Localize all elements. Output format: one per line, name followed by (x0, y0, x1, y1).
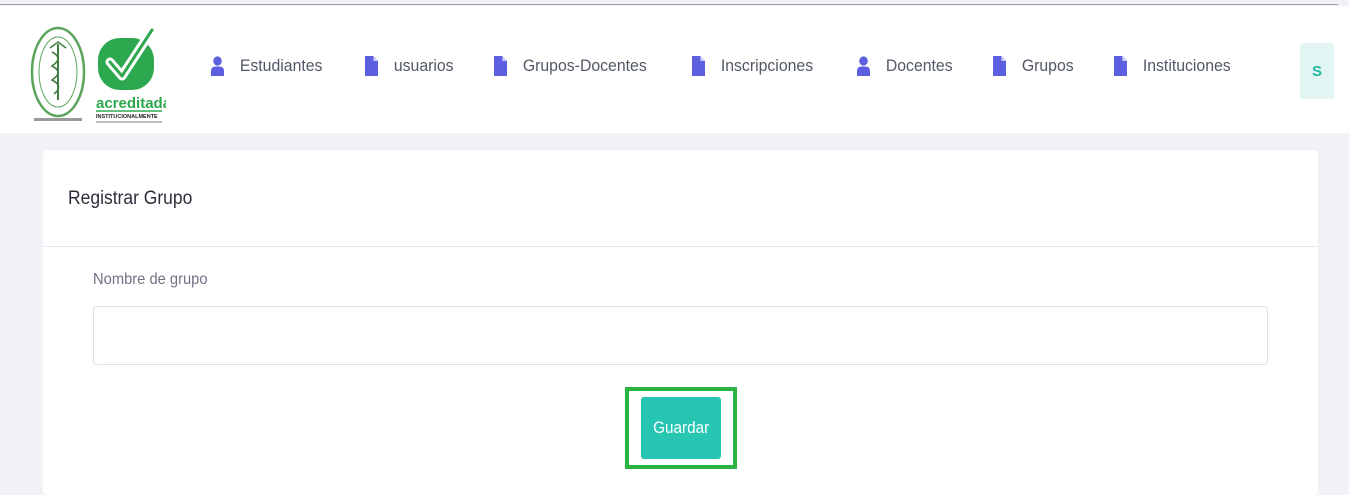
save-button[interactable]: Guardar (641, 397, 721, 459)
acreditada-logo: acreditada INSTITUCIONALMENTE (94, 22, 172, 126)
top-rule (0, 4, 1338, 5)
save-button-label: Guardar (652, 418, 710, 437)
nav-item-label: Inscripciones (721, 56, 814, 75)
nav-item-label: Grupos-Docentes (522, 56, 647, 75)
nav-item-label: Instituciones (1142, 56, 1231, 75)
nav-item-label: Docentes (885, 56, 953, 75)
document-icon (692, 56, 706, 76)
user-icon (211, 56, 225, 76)
document-icon (494, 56, 508, 76)
user-icon (856, 56, 870, 76)
nav-item-inscripciones[interactable]: Inscripciones (692, 56, 813, 76)
user-avatar[interactable]: S (1300, 43, 1334, 99)
document-icon (1114, 56, 1128, 76)
document-icon (364, 56, 378, 76)
nav-item-usuarios[interactable]: usuarios (364, 56, 454, 76)
nav-item-label: Grupos (1022, 56, 1075, 75)
group-name-input[interactable] (93, 306, 1268, 365)
group-name-label: Nombre de grupo (93, 271, 208, 288)
nav-item-instituciones[interactable]: Instituciones (1114, 56, 1231, 76)
acreditada-logo-text: acreditada (96, 95, 166, 112)
document-icon (993, 56, 1007, 76)
main-nav: Estudiantes usuarios Grupos-Docentes Inscri… (211, 52, 1240, 80)
nav-item-label: Estudiantes (239, 56, 323, 75)
card-divider (43, 246, 1318, 247)
nav-item-grupos[interactable]: Grupos (993, 56, 1074, 76)
card-title: Registrar Grupo (68, 188, 193, 209)
institution-seal-logo (28, 22, 88, 126)
nav-item-estudiantes[interactable]: Estudiantes (211, 56, 322, 76)
nav-item-label: usuarios (393, 56, 454, 75)
nav-item-grupos-docentes[interactable]: Grupos-Docentes (494, 56, 647, 76)
acreditada-logo-subtext: INSTITUCIONALMENTE (96, 114, 158, 120)
nav-item-docentes[interactable]: Docentes (856, 56, 953, 76)
